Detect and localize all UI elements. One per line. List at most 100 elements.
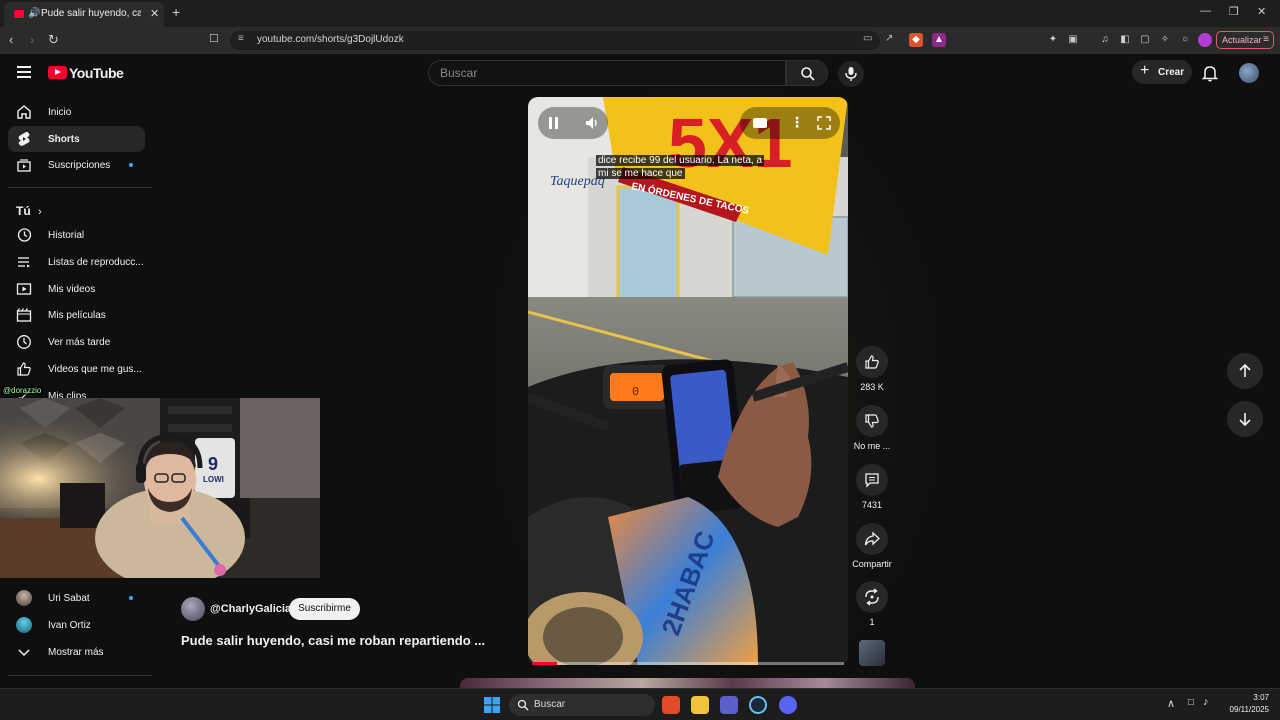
next-short-preview[interactable] [460, 678, 915, 688]
windows-taskbar: Buscar ∧ □ ♪ [0, 688, 1280, 720]
search-button[interactable] [786, 60, 828, 86]
sidebar-item-mostrar-mas[interactable]: Mostrar más [8, 639, 145, 665]
sidebar-item-ivan-ortiz[interactable]: Ivan Ortiz [8, 612, 145, 638]
you-heading-label: Tú [16, 204, 31, 218]
vpn-icon[interactable]: ○ [1178, 33, 1192, 47]
search-input[interactable] [440, 66, 770, 80]
playlist-icon [18, 257, 30, 268]
sidebar-item-label: Mis películas [48, 310, 106, 321]
windows-start-icon[interactable] [484, 697, 500, 713]
channel-avatar [16, 617, 32, 633]
back-icon[interactable]: ‹ [9, 32, 13, 47]
search-input-container[interactable] [428, 60, 786, 86]
sidebar-item-suscripciones[interactable]: Suscripciones [8, 152, 145, 178]
previous-short-button[interactable] [1227, 353, 1263, 389]
pause-icon[interactable] [549, 117, 552, 129]
youtube-logo-text[interactable]: YouTube [69, 65, 124, 81]
taskbar-search[interactable]: Buscar [509, 694, 655, 716]
account-avatar[interactable] [1239, 63, 1259, 83]
tab-close-icon[interactable]: ✕ [150, 7, 159, 20]
brave-rewards-icon[interactable]: ▲ [932, 33, 946, 47]
site-settings-icon[interactable]: ≡ [238, 33, 244, 44]
sidebar-item-listas[interactable]: Listas de reproducc... [8, 249, 145, 275]
address-bar[interactable]: ≡ youtube.com/shorts/g3DojlUdozk ▭ ↗ [230, 31, 893, 50]
remix-button[interactable] [856, 581, 888, 613]
sidebar-item-uri-sabat[interactable]: Uri Sabat [8, 585, 145, 611]
wallet-icon[interactable]: ▢ [1138, 33, 1152, 47]
browser-tab-active[interactable]: 🔊 Pude salir huyendo, casi me ✕ [4, 2, 164, 27]
clock-date[interactable]: 09/11/2025 [1222, 705, 1269, 714]
brave-browser-icon[interactable] [662, 696, 680, 714]
new-content-dot [129, 596, 133, 600]
sidebar-item-historial[interactable]: Historial [8, 222, 145, 248]
like-button[interactable] [856, 346, 888, 378]
short-title[interactable]: Pude salir huyendo, casi me roban repart… [181, 633, 485, 648]
restore-button[interactable]: ❐ [1229, 5, 1239, 18]
jersey-text: LOWI [203, 475, 224, 484]
search-icon [517, 699, 529, 711]
forward-icon[interactable]: › [30, 32, 34, 47]
tab-audio-icon[interactable]: 🔊 [28, 8, 40, 19]
more-options-icon[interactable]: ⋮ [790, 114, 804, 131]
sidebar-toggle-icon[interactable]: ◧ [1118, 33, 1132, 47]
sidebar-divider [8, 675, 152, 676]
steam-icon[interactable] [749, 696, 767, 714]
url-text[interactable]: youtube.com/shorts/g3DojlUdozk [257, 34, 404, 45]
tray-overflow-icon[interactable]: ∧ [1167, 697, 1175, 710]
shorts-icon [18, 131, 30, 146]
sidebar-item-videos-me-gustan[interactable]: Videos que me gus... [8, 356, 145, 382]
share-button[interactable] [856, 523, 888, 555]
tab-search-icon[interactable]: ▣ [1066, 33, 1080, 47]
fullscreen-icon[interactable] [816, 115, 832, 131]
sidebar-item-shorts[interactable]: Shorts [8, 126, 145, 152]
plus-icon: + [1140, 62, 1150, 79]
you-section-heading[interactable]: Tú › [16, 204, 42, 218]
minimize-button[interactable]: — [1200, 5, 1211, 17]
profile-extension-icon[interactable] [1198, 33, 1212, 47]
comments-button[interactable] [856, 464, 888, 496]
update-browser-button[interactable]: Actualizar ≡ [1216, 31, 1274, 49]
sidebar-item-mis-videos[interactable]: Mis videos [8, 276, 145, 302]
teams-icon[interactable] [720, 696, 738, 714]
chevron-down-icon [18, 649, 30, 657]
shorts-video-player[interactable]: 5X1 EN ÓRDENES DE TACOS Taquepaq 0 2HABA… [528, 97, 848, 665]
sidebar-item-inicio[interactable]: Inicio [8, 99, 145, 125]
volume-icon[interactable] [584, 115, 600, 131]
sidebar-item-label: Shorts [48, 134, 80, 145]
youtube-favicon-icon [14, 10, 24, 18]
youtube-logo-icon[interactable] [48, 66, 67, 79]
share-page-icon[interactable]: ↗ [885, 33, 893, 44]
extensions-icon[interactable]: ✦ [1046, 33, 1060, 47]
sound-thumbnail[interactable] [859, 640, 885, 666]
file-explorer-icon[interactable] [691, 696, 709, 714]
progress-fill [532, 662, 557, 665]
brave-shield-icon[interactable]: ◆ [909, 33, 923, 47]
channel-name[interactable]: @CharlyGalicia [210, 603, 291, 615]
subscribe-button[interactable]: Suscribirme [289, 598, 360, 620]
reload-icon[interactable]: ↻ [48, 32, 59, 48]
create-button[interactable]: + Crear [1132, 60, 1192, 84]
media-icon[interactable]: ♫ [1098, 33, 1112, 47]
notifications-bell-icon[interactable] [1202, 64, 1218, 82]
video-progress-bar[interactable] [532, 662, 844, 665]
sidebar-item-ver-mas-tarde[interactable]: Ver más tarde [8, 329, 145, 355]
next-short-button[interactable] [1227, 401, 1263, 437]
sidebar-item-mis-peliculas[interactable]: Mis películas [8, 302, 145, 328]
cast-icon[interactable]: ▭ [863, 33, 872, 44]
dislike-label: No me ... [853, 441, 891, 451]
caption-line-2: mi se me hace que [596, 168, 685, 179]
arrow-up-icon [1239, 363, 1251, 377]
network-icon[interactable]: □ [1188, 697, 1194, 708]
discord-icon[interactable] [779, 696, 797, 714]
bookmark-icon[interactable]: ☐ [209, 32, 219, 45]
volume-tray-icon[interactable]: ♪ [1203, 696, 1209, 708]
clock-time[interactable]: 3:07 [1249, 693, 1269, 702]
voice-search-button[interactable] [838, 61, 864, 87]
dislike-button[interactable] [856, 405, 888, 437]
guide-menu-icon[interactable] [17, 66, 31, 81]
leo-ai-icon[interactable]: ✧ [1158, 33, 1172, 47]
captions-icon[interactable] [753, 118, 767, 128]
window-close-button[interactable]: ✕ [1257, 5, 1266, 18]
channel-avatar[interactable] [181, 597, 205, 621]
new-tab-button[interactable]: + [172, 4, 180, 20]
